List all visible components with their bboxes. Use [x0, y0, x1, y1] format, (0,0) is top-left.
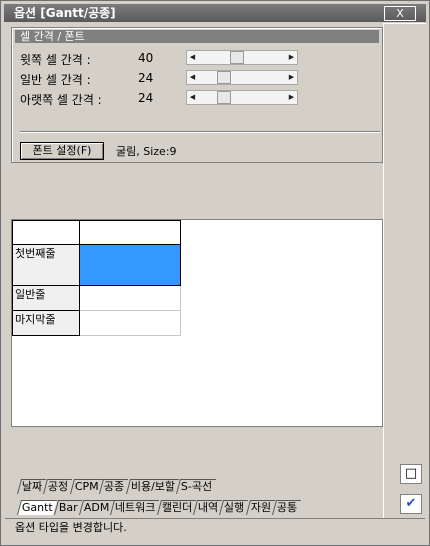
tab-gantt[interactable]: Gantt	[16, 500, 57, 515]
slider-right-arrow-icon[interactable]: ▶	[287, 72, 296, 83]
tab-strip-lower: Gantt Bar ADM 네트워크 캘린더 내역 실행 자원 공통	[16, 500, 302, 515]
top-spacing-slider[interactable]: ◀ ▶	[186, 50, 298, 65]
bottom-spacing-slider[interactable]: ◀ ▶	[186, 90, 298, 105]
preview-sample-first[interactable]	[79, 244, 181, 286]
preview-row-label-last: 마지막줄	[12, 310, 80, 336]
preview-corner-cell	[12, 220, 80, 245]
preview-grid: 첫번째줄 일반줄 마지막줄	[12, 220, 181, 336]
close-button[interactable]: X	[384, 6, 416, 21]
tab-strip-upper: 날짜 공정 CPM 공종 비용/보할 S-곡선	[16, 479, 216, 494]
slider-left-arrow-icon[interactable]: ◀	[188, 72, 197, 83]
bottom-spacing-label: 아랫쪽 셀 간격 :	[20, 93, 102, 107]
note-button[interactable]: □	[400, 464, 422, 484]
divider	[20, 131, 380, 133]
normal-spacing-label: 일반 셀 간격 :	[20, 73, 91, 87]
window-title: 옵션 [Gantt/공종]	[14, 6, 116, 20]
tab-process[interactable]: 공정	[43, 479, 73, 494]
checkmark-icon: ✔	[405, 496, 417, 511]
tab-bar[interactable]: Bar	[53, 500, 82, 515]
options-window: 옵션 [Gantt/공종] X 셀 간격 / 폰트 윗쪽 셀 간격 : 40 ◀…	[0, 0, 430, 546]
cell-spacing-group: 셀 간격 / 폰트 윗쪽 셀 간격 : 40 ◀ ▶ 일반 셀 간격 : 24 …	[11, 27, 383, 163]
normal-spacing-value: 24	[138, 71, 154, 85]
slider-right-arrow-icon[interactable]: ▶	[287, 92, 296, 103]
slider-left-arrow-icon[interactable]: ◀	[188, 52, 197, 63]
tab-resource[interactable]: 자원	[245, 500, 275, 515]
slider-thumb[interactable]	[230, 51, 244, 64]
tab-s-curve[interactable]: S-곡선	[175, 479, 216, 494]
tab-calendar[interactable]: 캘린더	[156, 500, 197, 515]
tab-network[interactable]: 네트워크	[110, 500, 160, 515]
tab-cost[interactable]: 비용/보할	[125, 479, 179, 494]
preview-header-cell	[79, 220, 181, 245]
options-content: 셀 간격 / 폰트 윗쪽 셀 간격 : 40 ◀ ▶ 일반 셀 간격 : 24 …	[5, 23, 383, 517]
tab-adm[interactable]: ADM	[78, 500, 114, 515]
slider-right-arrow-icon[interactable]: ▶	[287, 52, 296, 63]
tab-date[interactable]: 날짜	[16, 479, 47, 494]
preview-row-label-first: 첫번째줄	[12, 244, 80, 286]
bottom-spacing-value: 24	[138, 91, 154, 105]
slider-thumb[interactable]	[217, 91, 231, 104]
row-preview: 첫번째줄 일반줄 마지막줄	[11, 219, 383, 427]
slider-left-arrow-icon[interactable]: ◀	[188, 92, 197, 103]
font-info: 굴림, Size:9	[116, 145, 177, 158]
group-title: 셀 간격 / 폰트	[15, 30, 379, 43]
preview-row-label-normal: 일반줄	[12, 285, 80, 311]
normal-spacing-slider[interactable]: ◀ ▶	[186, 70, 298, 85]
slider-thumb[interactable]	[217, 71, 231, 84]
status-bar: 옵션 타입을 변경합니다.	[5, 518, 425, 536]
font-settings-button[interactable]: 폰트 설정(F)	[20, 142, 104, 160]
apply-button[interactable]: ✔	[400, 494, 422, 514]
tab-work-type[interactable]: 공종	[99, 479, 129, 494]
title-bar: 옵션 [Gantt/공종] X	[4, 4, 426, 22]
top-spacing-value: 40	[138, 51, 154, 65]
top-spacing-label: 윗쪽 셀 간격 :	[20, 53, 91, 67]
note-icon: □	[404, 466, 418, 481]
preview-sample-last[interactable]	[79, 310, 181, 336]
tab-common[interactable]: 공통	[271, 500, 302, 515]
tab-cpm[interactable]: CPM	[69, 479, 103, 494]
tab-execution[interactable]: 실행	[219, 500, 249, 515]
side-toolbar: □ ✔	[383, 23, 426, 518]
tab-details[interactable]: 내역	[193, 500, 223, 515]
preview-sample-normal[interactable]	[79, 285, 181, 311]
